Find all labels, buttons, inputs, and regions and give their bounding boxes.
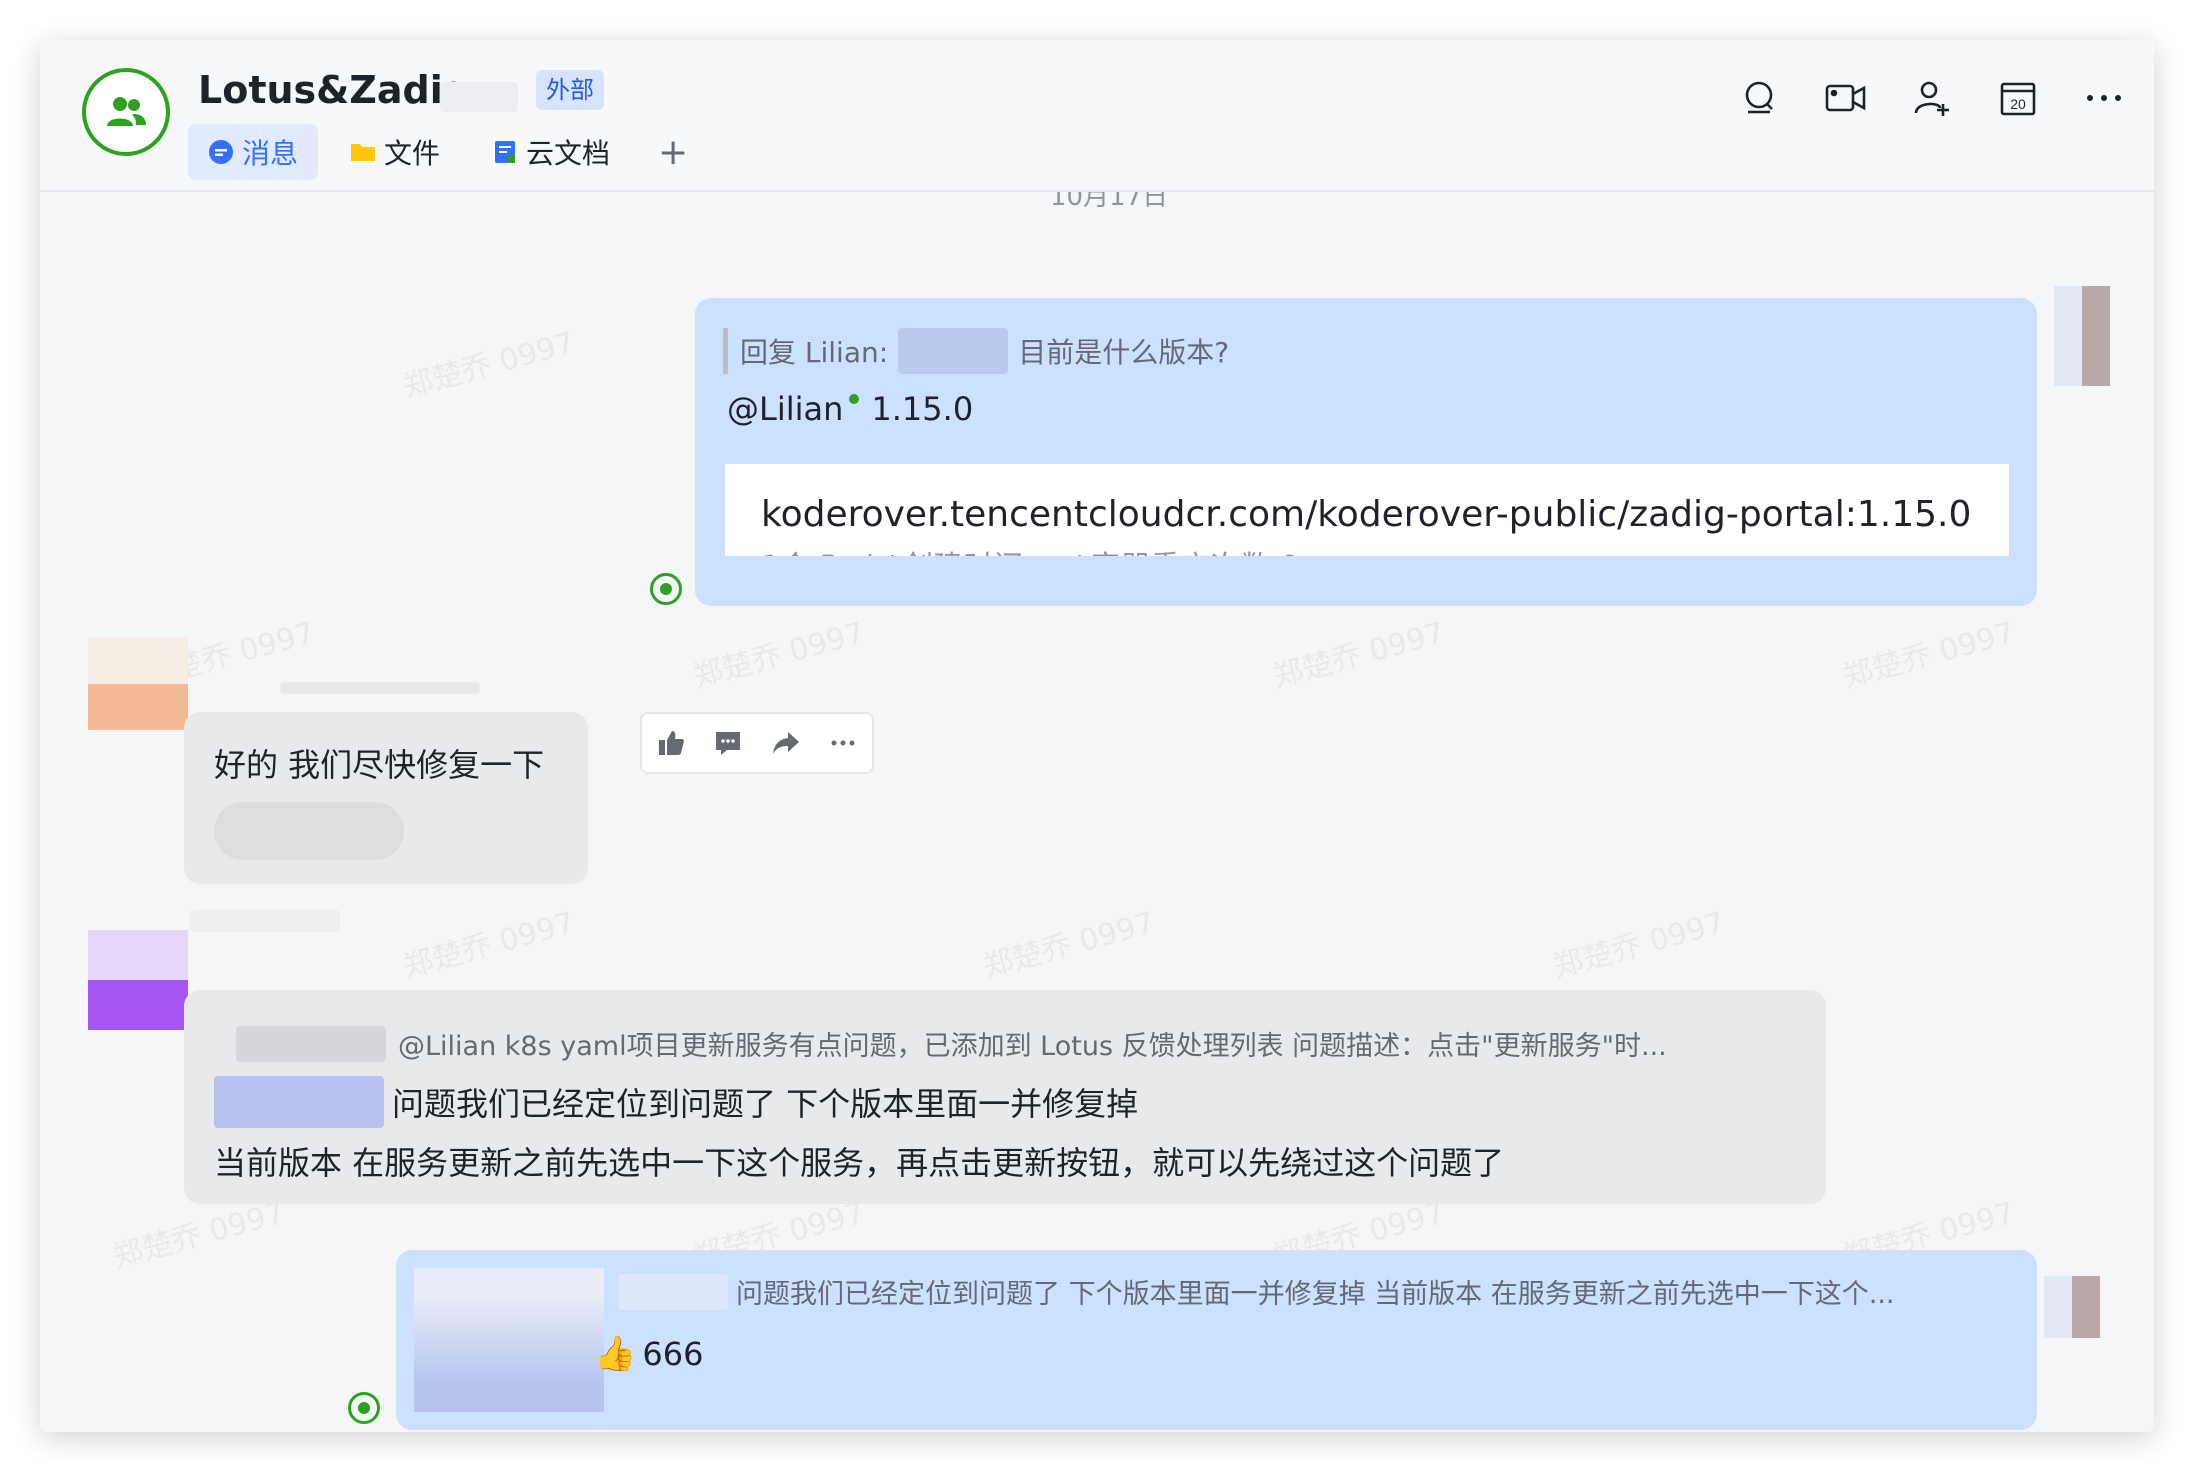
doc-icon <box>495 141 516 163</box>
tab-files[interactable]: 文件 <box>330 124 460 180</box>
add-member-icon <box>1914 81 1949 116</box>
quote-text: @Lilian k8s yaml项目更新服务有点问题，已添加到 Lotus 反馈… <box>398 1031 1667 1062</box>
folder-icon <box>351 144 376 161</box>
redacted-text <box>618 1273 728 1310</box>
more-actions-button[interactable] <box>821 721 865 765</box>
add-tab-button[interactable]: + <box>642 124 704 180</box>
watermark: 郑楚乔 0997 <box>399 325 579 406</box>
group-avatar[interactable] <box>82 68 170 156</box>
message-line: 问题我们已经定位到问题了 下个版本里面一并修复掉 <box>214 1076 1138 1128</box>
redacted-text <box>236 1025 386 1062</box>
chat-bubble-icon <box>209 140 233 164</box>
message-bubble-mine[interactable]: 问题我们已经定位到问题了 下个版本里面一并修复掉 当前版本 在服务更新之前先选中… <box>396 1250 2037 1430</box>
message-body: @Lilian 1.15.0 <box>727 390 973 428</box>
message-action-bar <box>640 712 874 774</box>
thumbs-up-emoji: 👍 <box>594 1334 637 1374</box>
video-call-button[interactable] <box>1818 70 1874 126</box>
message-bubble-theirs[interactable]: 好的 我们尽快修复一下 <box>184 712 588 884</box>
quote-text: 问题我们已经定位到问题了 下个版本里面一并修复掉 当前版本 在服务更新之前先选中… <box>736 1279 1895 1310</box>
watermark: 郑楚乔 0997 <box>1269 615 1449 696</box>
reply-button[interactable] <box>706 721 750 765</box>
forward-button[interactable] <box>764 721 808 765</box>
quote-block[interactable]: 问题我们已经定位到问题了 下个版本里面一并修复掉 当前版本 在服务更新之前先选中… <box>618 1272 1895 1311</box>
tab-label: 云文档 <box>526 137 611 170</box>
thumbs-up-icon <box>658 731 684 755</box>
redacted-text <box>898 328 1009 374</box>
online-dot <box>849 394 860 404</box>
tab-label: 消息 <box>242 137 299 170</box>
tab-messages[interactable]: 消息 <box>188 124 319 180</box>
image-thumbnail-redacted[interactable] <box>414 1268 604 1412</box>
reply-label: 回复 Lilian: <box>740 336 889 369</box>
calendar-icon: 20 <box>2000 82 2036 116</box>
quote-block[interactable]: @Lilian k8s yaml项目更新服务有点问题，已添加到 Lotus 反馈… <box>236 1024 1667 1063</box>
message-text: 当前版本 在服务更新之前先选中一下这个服务，再点击更新按钮，就可以先绕过这个问题… <box>214 1144 1505 1182</box>
chat-header: Lotus&Zadig 外部 消息 文件 云文档 + 20 <box>40 40 2154 192</box>
mention-link[interactable]: @Lilian <box>727 390 843 428</box>
calendar-button[interactable]: 20 <box>1990 70 2046 126</box>
watermark: 郑楚乔 0997 <box>1839 615 2019 696</box>
search-icon <box>1745 81 1773 114</box>
tab-label: 文件 <box>384 137 441 170</box>
chat-window: 郑楚乔 0997 郑楚乔 0997 郑楚乔 0997 郑楚乔 0997 郑楚乔 … <box>40 40 2154 1432</box>
video-call-icon <box>1825 84 1866 112</box>
code-snippet-card[interactable]: koderover.tencentcloudcr.com/koderover-p… <box>725 464 2009 556</box>
message-text: 问题我们已经定位到问题了 下个版本里面一并修复掉 <box>392 1085 1139 1123</box>
group-icon <box>107 97 146 126</box>
my-avatar[interactable] <box>2044 1276 2100 1338</box>
calendar-day: 20 <box>2010 96 2026 112</box>
my-avatar[interactable] <box>2054 286 2110 386</box>
search-button[interactable] <box>1732 70 1788 126</box>
message-body: 👍 666 <box>594 1334 703 1374</box>
redacted-mention <box>214 1076 384 1128</box>
sender-name-redacted <box>280 682 480 694</box>
comment-icon <box>716 732 741 755</box>
watermark: 郑楚乔 0997 <box>399 905 579 986</box>
chat-title: Lotus&Zadig <box>198 68 470 112</box>
watermark: 郑楚乔 0997 <box>979 905 1159 986</box>
more-icon <box>831 740 855 746</box>
message-bubble-mine[interactable]: 回复 Lilian: 目前是什么版本? @Lilian 1.15.0 koder… <box>695 298 2037 606</box>
code-line: koderover.tencentcloudcr.com/koderover-p… <box>761 494 1972 535</box>
more-button[interactable] <box>2076 70 2132 126</box>
reaction-redacted <box>214 802 404 860</box>
sender-avatar[interactable] <box>88 638 188 730</box>
watermark: 郑楚乔 0997 <box>689 615 869 696</box>
reply-text: 目前是什么版本? <box>1018 336 1230 369</box>
tab-bar: 消息 文件 云文档 + <box>188 124 704 180</box>
more-icon <box>2087 95 2121 101</box>
message-text: 好的 我们尽快修复一下 <box>214 746 545 784</box>
sender-avatar[interactable] <box>88 930 188 1030</box>
title-redacted <box>440 82 518 112</box>
header-actions: 20 <box>1732 70 2132 126</box>
watermark: 郑楚乔 0997 <box>1549 905 1729 986</box>
like-button[interactable] <box>649 721 693 765</box>
tab-docs[interactable]: 云文档 <box>472 124 630 180</box>
message-text: 1.15.0 <box>871 390 974 428</box>
read-receipt-icon[interactable] <box>348 1392 380 1424</box>
message-bubble-theirs[interactable]: @Lilian k8s yaml项目更新服务有点问题，已添加到 Lotus 反馈… <box>184 990 1826 1204</box>
add-member-button[interactable] <box>1904 70 1960 126</box>
message-text: 666 <box>642 1335 704 1373</box>
forward-icon <box>772 732 799 754</box>
external-badge: 外部 <box>536 70 604 110</box>
reply-quote[interactable]: 回复 Lilian: 目前是什么版本? <box>723 328 1229 374</box>
read-receipt-icon[interactable] <box>650 573 682 605</box>
code-line-faded: 1个 Pod / 创建时间 ... / 容器重启次数 0 <box>761 542 1299 556</box>
sender-name-redacted <box>190 910 340 932</box>
